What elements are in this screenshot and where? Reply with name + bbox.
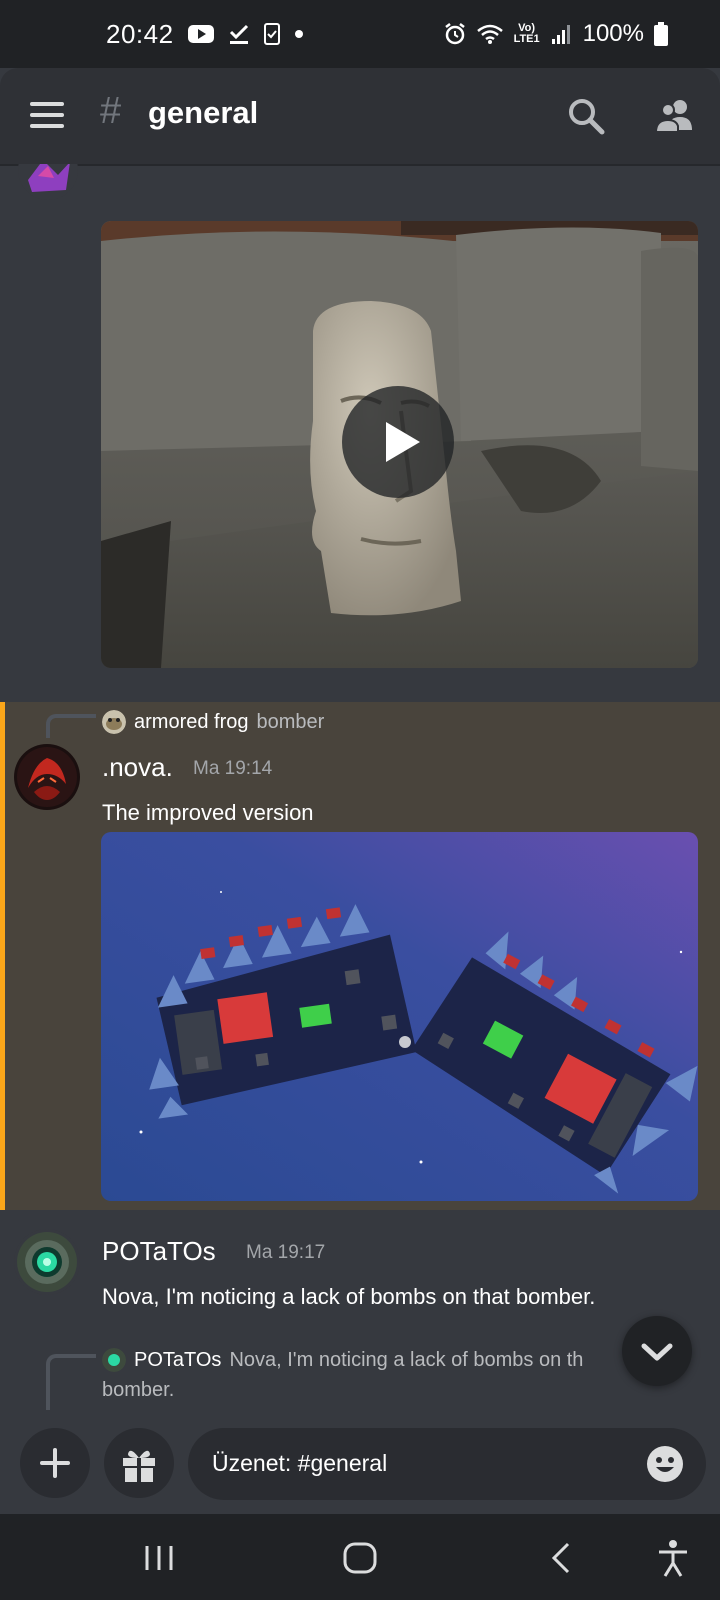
download-done-icon (229, 24, 248, 44)
message-input[interactable]: Üzenet: #general (188, 1428, 706, 1500)
status-notification-icons (187, 23, 304, 45)
image-attachment[interactable] (101, 832, 698, 1201)
game-screenshot (101, 832, 698, 1201)
status-right: Vo) LTE1 100% (443, 20, 668, 48)
chevron-down-icon (641, 1343, 673, 1361)
wifi-icon (476, 24, 503, 44)
reply-reference[interactable]: armored frog bomber (102, 708, 324, 736)
play-button[interactable] (342, 386, 454, 498)
play-icon (386, 422, 420, 462)
reply-username: POTaTOs (134, 1349, 222, 1371)
message-author[interactable]: POTaTOs (102, 1236, 216, 1267)
search-icon[interactable] (566, 96, 606, 136)
avatar[interactable] (14, 1229, 80, 1295)
accessibility-icon[interactable] (651, 1536, 695, 1580)
reply-connector (46, 1354, 96, 1410)
reply-connector (46, 714, 96, 738)
emoji-icon[interactable] (646, 1445, 684, 1483)
home-icon[interactable] (338, 1536, 382, 1580)
message-timestamp: Ma 19:17 (246, 1242, 326, 1263)
avatar[interactable] (18, 164, 78, 200)
system-nav-bar (0, 1514, 720, 1600)
reply-avatar (102, 1348, 126, 1372)
video-embed[interactable] (101, 221, 698, 668)
back-icon[interactable] (540, 1536, 584, 1580)
youtube-icon (187, 25, 214, 43)
reply-snippet: bomber (256, 710, 325, 733)
avatar[interactable] (14, 744, 80, 810)
gift-button[interactable] (104, 1428, 174, 1498)
gift-icon (123, 1450, 155, 1482)
plus-icon (40, 1448, 70, 1478)
add-attachment-button[interactable] (20, 1428, 90, 1498)
alarm-icon (444, 23, 465, 45)
members-icon[interactable] (654, 96, 696, 136)
reply-avatar (102, 710, 126, 734)
dot-icon (294, 30, 303, 38)
message-placeholder: Üzenet: #general (212, 1450, 388, 1476)
channel-header: # general (0, 68, 720, 166)
recents-icon[interactable] (137, 1536, 181, 1580)
message-text: Nova, I'm noticing a lack of bombs on th… (102, 1284, 596, 1309)
message-timestamp: Ma 19:14 (193, 758, 273, 779)
partial-message (0, 164, 720, 204)
status-time: 20:42 (106, 18, 174, 49)
jump-to-present-button[interactable] (622, 1316, 692, 1386)
battery-percent: 100% (582, 20, 644, 47)
reply-preview[interactable]: POTaTOs Nova, I'm noticing a lack of bom… (102, 1345, 642, 1405)
network-type: Vo) LTE1 (513, 22, 540, 45)
channel-title[interactable]: general (148, 95, 258, 131)
hamburger-icon[interactable] (30, 102, 64, 128)
phone-check-icon (263, 23, 280, 45)
status-bar: 20:42 Vo) LTE1 100% (0, 0, 720, 68)
battery-icon (654, 22, 668, 46)
composer: Üzenet: #general (0, 1420, 720, 1514)
message-text: The improved version (102, 800, 314, 825)
channel-hash-icon: # (100, 90, 122, 132)
reply-username: armored frog (134, 710, 249, 733)
message-author[interactable]: .nova. (102, 752, 173, 783)
signal-icon (551, 25, 570, 44)
reply-snippet-continuation: bomber. (102, 1379, 175, 1401)
reply-snippet: Nova, I'm noticing a lack of bombs on th (229, 1349, 584, 1371)
